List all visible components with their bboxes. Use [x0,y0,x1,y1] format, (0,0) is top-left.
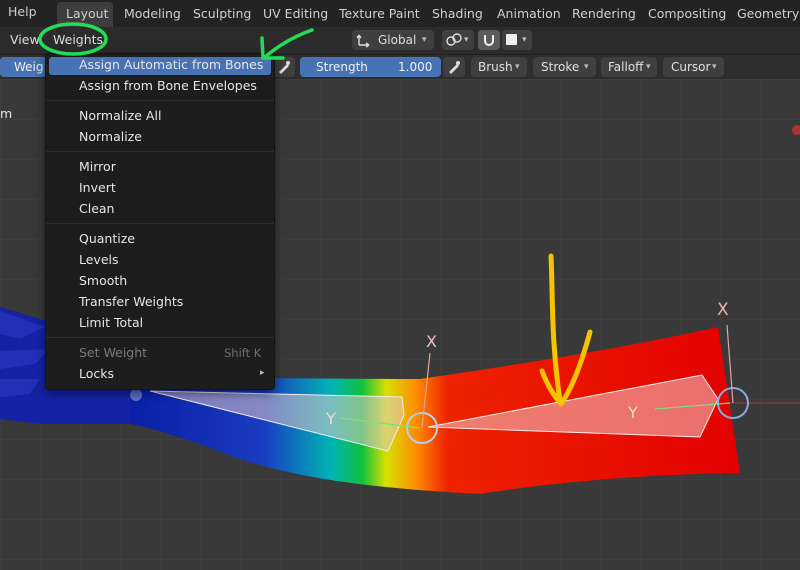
pivot-dropdown[interactable]: ▾ [442,30,474,50]
strength-field[interactable]: Strength 1.000 [300,57,441,77]
square-icon [506,34,517,45]
chevron-down-icon: ▾ [464,35,469,45]
tab-uv-editing[interactable]: UV Editing [263,6,328,21]
chevron-down-icon: ▾ [712,62,717,72]
weight-field[interactable]: Weig [0,57,48,77]
menu-separator [46,337,274,338]
orientation-axes-icon [356,34,370,48]
shoulder-y-label: Y [627,403,638,422]
tab-animation[interactable]: Animation [497,6,561,21]
tab-texture-paint[interactable]: Texture Paint [339,6,420,21]
strength-value: 1.000 [398,60,433,74]
weight-field-label: Weig [14,60,44,74]
snap-toggle[interactable] [478,30,500,50]
menu-item-locks[interactable]: Locks [79,366,114,381]
menu-item-invert[interactable]: Invert [79,180,116,195]
pen-pressure-icon [279,61,290,74]
brush-dropdown[interactable]: Brush ▾ [471,57,527,77]
weight-pressure-toggle[interactable] [273,57,295,77]
menu-item-assign-automatic-from-bones[interactable]: Assign Automatic from Bones [79,57,263,72]
menu-item-quantize[interactable]: Quantize [79,231,135,246]
menu-item-normalize-all[interactable]: Normalize All [79,108,161,123]
link-icon [446,33,462,46]
chevron-down-icon: ▾ [522,35,527,45]
chevron-down-icon: ▾ [584,62,589,72]
snap-target-dropdown[interactable]: ▾ [502,30,532,50]
menu-item-clean[interactable]: Clean [79,201,114,216]
elbow-y-label: Y [325,409,336,428]
tab-shading[interactable]: Shading [432,6,483,21]
menu-separator [46,100,274,101]
menu-item-levels[interactable]: Levels [79,252,119,267]
tab-modeling[interactable]: Modeling [124,6,181,21]
cursor-label: Cursor [671,60,711,74]
menu-separator [46,223,274,224]
menu-item-smooth[interactable]: Smooth [79,273,127,288]
falloff-label: Falloff [608,60,644,74]
chevron-down-icon: ▾ [515,62,520,72]
set-weight-shortcut: Shift K [224,346,262,360]
view-menu[interactable]: View [10,32,40,47]
strength-label: Strength [316,60,368,74]
menu-item-normalize[interactable]: Normalize [79,129,142,144]
menu-separator [46,151,274,152]
weights-menu[interactable]: Weights [53,32,103,47]
cursor-dropdown[interactable]: Cursor ▾ [663,57,724,77]
tab-compositing[interactable]: Compositing [648,6,726,21]
transform-orientation-dropdown[interactable]: Global ▾ [352,30,434,50]
falloff-dropdown[interactable]: Falloff ▾ [601,57,657,77]
tab-geometry-nodes[interactable]: Geometry N [737,6,800,21]
chevron-down-icon: ▾ [422,35,427,45]
stroke-dropdown[interactable]: Stroke ▾ [533,57,596,77]
elbow-x-label: X [426,332,437,351]
menu-item-mirror[interactable]: Mirror [79,159,116,174]
workspace-tabs-bar: Help Layout Modeling Sculpting UV Editin… [0,0,800,27]
brush-label: Brush [478,60,513,74]
menu-item-transfer-weights[interactable]: Transfer Weights [79,294,183,309]
tab-rendering[interactable]: Rendering [572,6,636,21]
viewport-header: View Weights Global ▾ ▾ ▾ [0,27,800,55]
weights-dropdown-menu: Assign Automatic from Bones Assign from … [45,53,275,390]
chevron-down-icon: ▾ [646,62,651,72]
magnet-icon [484,35,494,46]
submenu-arrow-icon: ▸ [260,368,265,378]
tab-layout[interactable]: Layout [66,6,109,21]
stroke-label: Stroke [541,60,580,74]
strength-pressure-toggle[interactable] [443,57,465,77]
tab-sculpting[interactable]: Sculpting [193,6,251,21]
object-name-cut: m [0,106,13,121]
orientation-label: Global [378,33,417,47]
shoulder-x-label: X [717,300,729,320]
pen-pressure-icon [449,61,460,74]
menu-item-assign-from-bone-envelopes[interactable]: Assign from Bone Envelopes [79,78,257,93]
joint-wrist[interactable] [130,389,142,401]
menu-item-set-weight: Set Weight [79,345,148,360]
menu-item-limit-total[interactable]: Limit Total [79,315,143,330]
help-menu[interactable]: Help [8,4,37,19]
